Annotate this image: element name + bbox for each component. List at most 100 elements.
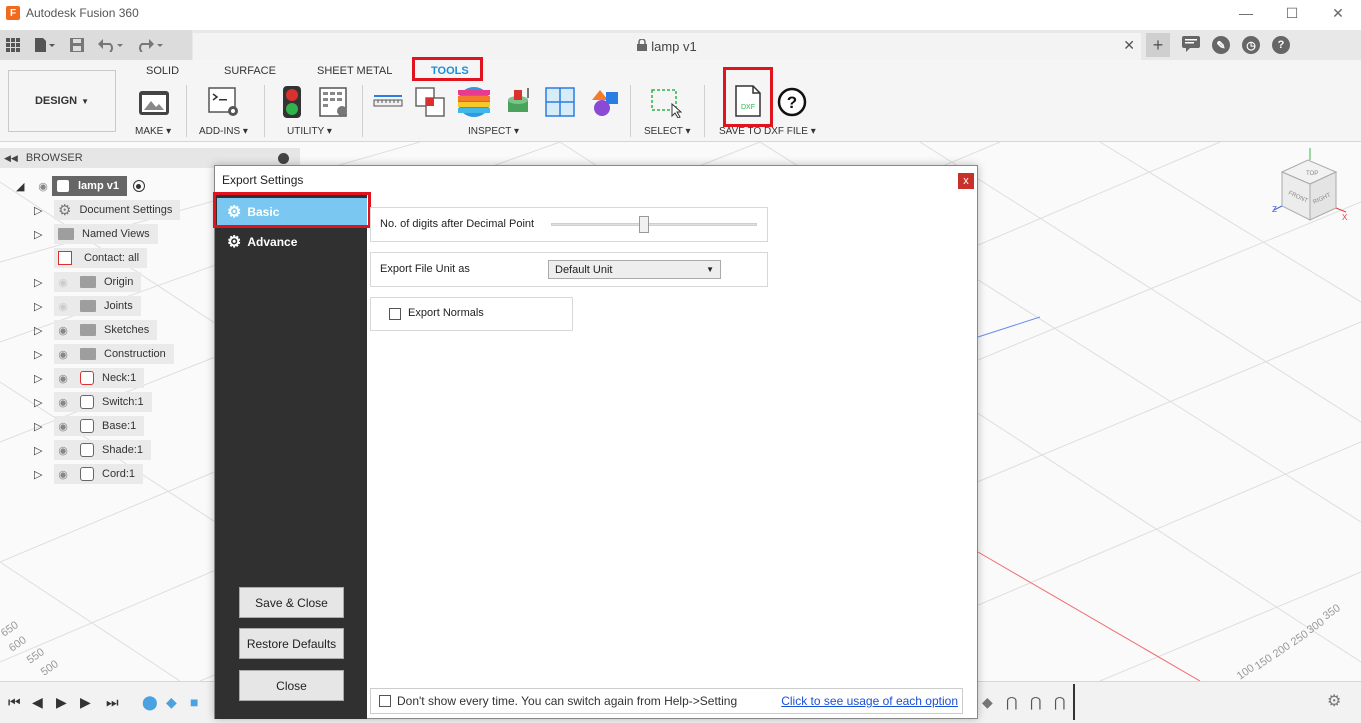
expand-triangle-icon[interactable]: ▷	[34, 300, 44, 313]
eye-icon[interactable]: ◉	[54, 420, 72, 433]
interference-icon[interactable]	[414, 86, 446, 118]
parameters-table-icon[interactable]	[318, 86, 350, 118]
decimal-digits-slider[interactable]	[551, 223, 757, 226]
expand-triangle-icon[interactable]: ▷	[34, 420, 44, 433]
close-tab-button[interactable]: ✕	[1123, 37, 1135, 54]
traffic-light-icon[interactable]	[276, 86, 308, 118]
expand-triangle-icon[interactable]: ▷	[34, 396, 44, 409]
comment-icon[interactable]	[1182, 35, 1200, 55]
export-unit-select[interactable]: Default Unit ▼	[548, 260, 721, 279]
draft-analysis-icon[interactable]	[502, 86, 534, 118]
minus-circle-icon[interactable]	[278, 152, 289, 164]
usage-help-link[interactable]: Click to see usage of each option	[781, 694, 958, 708]
section-analysis-icon[interactable]	[544, 86, 576, 118]
timeline-feature-icon[interactable]: ■	[190, 694, 198, 710]
measure-icon[interactable]	[372, 86, 404, 118]
tree-item-sketches[interactable]: ▷ ◉ Sketches	[34, 320, 158, 340]
expand-triangle-icon[interactable]: ◢	[16, 180, 26, 193]
dont-show-checkbox[interactable]	[379, 695, 391, 707]
close-button[interactable]: Close	[239, 670, 344, 701]
expand-triangle-icon[interactable]: ▷	[34, 444, 44, 457]
workspace-switcher[interactable]: DESIGN ▼	[8, 70, 116, 132]
redo-icon[interactable]	[138, 38, 164, 52]
tab-sheet-metal[interactable]: SHEET METAL	[317, 65, 392, 77]
timeline-marker[interactable]	[1073, 684, 1075, 720]
timeline-feature-icon[interactable]: ◆	[982, 694, 993, 711]
expand-triangle-icon[interactable]: ▷	[34, 348, 44, 361]
activate-radio-icon[interactable]	[132, 180, 145, 192]
slider-thumb[interactable]	[638, 216, 649, 233]
job-status-icon[interactable]: ✎	[1212, 36, 1230, 54]
timeline-feature-icon[interactable]: ◆	[166, 694, 177, 711]
group-add-ins[interactable]: ADD-INS ▾	[199, 126, 248, 137]
tree-item-switch[interactable]: ▷ ◉ Switch:1	[34, 392, 152, 412]
maximize-button[interactable]: ☐	[1269, 0, 1315, 26]
question-mark-icon[interactable]: ?	[776, 86, 808, 118]
display-component-colors-icon[interactable]	[588, 86, 620, 118]
expand-triangle-icon[interactable]: ▷	[34, 204, 44, 217]
collapse-browser-icon[interactable]: ◀◀	[4, 153, 18, 164]
zebra-analysis-icon[interactable]	[458, 86, 490, 118]
eye-hidden-icon[interactable]: ◉	[54, 276, 72, 289]
save-close-button[interactable]: Save & Close	[239, 587, 344, 618]
step-back-icon[interactable]: ◀	[32, 694, 43, 711]
step-forward-icon[interactable]: ▶	[80, 694, 91, 711]
tree-root[interactable]: ◢ ◉ lamp v1	[16, 176, 145, 196]
close-window-button[interactable]: ✕	[1315, 0, 1361, 26]
minimize-button[interactable]: —	[1223, 0, 1269, 26]
document-tab[interactable]: lamp v1 ✕	[193, 33, 1141, 60]
select-window-icon[interactable]	[650, 86, 682, 118]
expand-triangle-icon[interactable]: ▷	[34, 228, 44, 241]
eye-hidden-icon[interactable]: ◉	[54, 300, 72, 313]
eye-icon[interactable]: ◉	[54, 468, 72, 481]
help-icon[interactable]: ?	[1272, 36, 1290, 54]
tree-item-base[interactable]: ▷ ◉ Base:1	[34, 416, 145, 436]
tree-item-shade[interactable]: ▷ ◉ Shade:1	[34, 440, 151, 460]
export-normals-checkbox[interactable]	[389, 308, 401, 320]
tree-item-neck[interactable]: ▷ ◉ Neck:1	[34, 368, 145, 388]
3d-print-icon[interactable]	[138, 86, 170, 118]
data-panel-grid-icon[interactable]	[6, 38, 20, 52]
eye-icon[interactable]: ◉	[54, 348, 72, 361]
expand-triangle-icon[interactable]: ▷	[34, 324, 44, 337]
tree-item-joints[interactable]: ▷ ◉ Joints	[34, 296, 141, 316]
play-icon[interactable]: ▶	[56, 694, 67, 711]
expand-triangle-icon[interactable]: ▷	[34, 468, 44, 481]
tab-surface[interactable]: SURFACE	[224, 65, 276, 77]
eye-icon[interactable]: ◉	[54, 396, 72, 409]
eye-icon[interactable]: ◉	[54, 372, 72, 385]
skip-to-start-icon[interactable]: ⏮	[8, 694, 21, 711]
clock-icon[interactable]: ◷	[1242, 36, 1260, 54]
expand-triangle-icon[interactable]: ▷	[34, 372, 44, 385]
scripts-addins-icon[interactable]	[208, 86, 240, 118]
group-inspect[interactable]: INSPECT ▾	[468, 126, 519, 137]
group-utility[interactable]: UTILITY ▾	[287, 126, 332, 137]
expand-triangle-icon[interactable]: ▷	[34, 276, 44, 289]
tree-item-named-views[interactable]: ▷ Named Views	[34, 224, 158, 244]
eye-icon[interactable]: ◉	[34, 180, 52, 193]
tab-solid[interactable]: SOLID	[146, 65, 179, 77]
timeline-settings-gear-icon[interactable]: ⚙	[1327, 691, 1341, 711]
tree-item-construction[interactable]: ▷ ◉ Construction	[34, 344, 174, 364]
file-menu-icon[interactable]	[34, 38, 56, 52]
sidebar-item-advance[interactable]: ⚙ Advance	[217, 228, 367, 256]
group-make[interactable]: MAKE ▾	[135, 126, 171, 137]
new-tab-plus-icon[interactable]: +	[1146, 33, 1170, 57]
tree-item-origin[interactable]: ▷ ◉ Origin	[34, 272, 142, 292]
group-select[interactable]: SELECT ▾	[644, 126, 691, 137]
undo-icon[interactable]	[98, 38, 124, 52]
timeline-joint-icon[interactable]: ⋂	[1006, 694, 1017, 711]
restore-defaults-button[interactable]: Restore Defaults	[239, 628, 344, 659]
dialog-close-button[interactable]: x	[958, 173, 974, 189]
timeline-joint-icon[interactable]: ⋂	[1054, 694, 1065, 711]
timeline-joint-icon[interactable]: ⋂	[1030, 694, 1041, 711]
tree-item-contact[interactable]: Contact: all	[54, 248, 148, 268]
save-icon[interactable]	[70, 38, 84, 52]
tree-item-cord[interactable]: ▷ ◉ Cord:1	[34, 464, 144, 484]
skip-to-end-icon[interactable]: ⏭	[106, 694, 119, 711]
group-save-to-dxf[interactable]: SAVE TO DXF FILE ▾	[719, 126, 816, 137]
timeline-feature-icon[interactable]: ⬤	[142, 694, 158, 711]
tree-item-document-settings[interactable]: ▷ ⚙ Document Settings	[34, 200, 181, 220]
eye-icon[interactable]: ◉	[54, 324, 72, 337]
eye-icon[interactable]: ◉	[54, 444, 72, 457]
